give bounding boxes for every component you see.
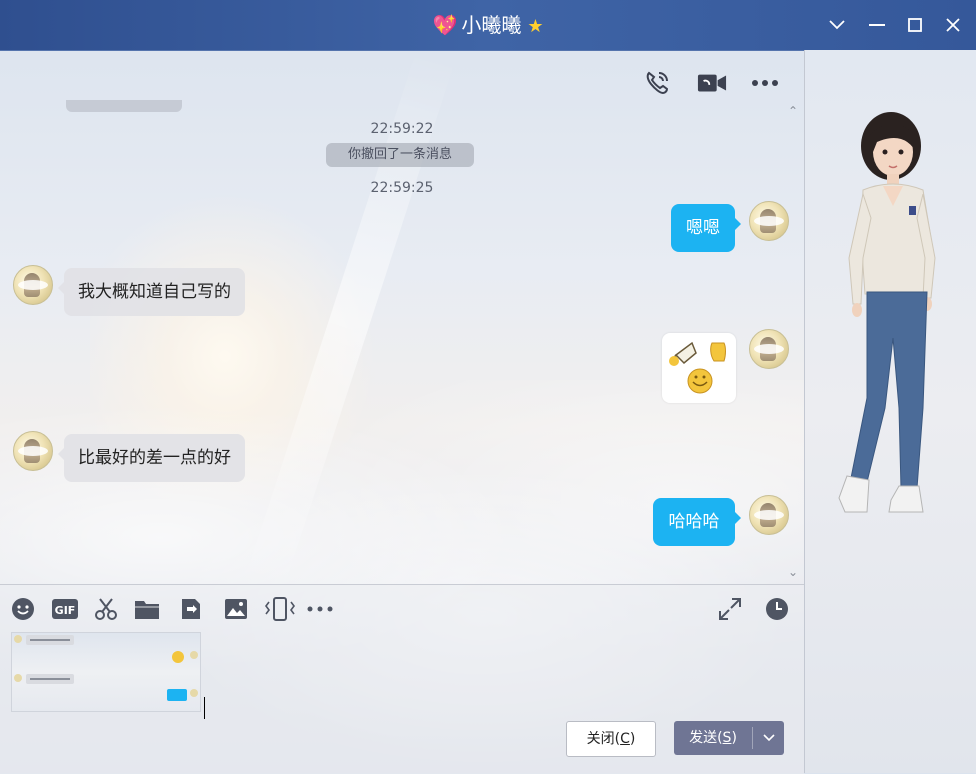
text-cursor (204, 697, 205, 719)
shake-window-icon[interactable] (265, 596, 295, 622)
sticker-message[interactable] (662, 333, 736, 403)
expand-icon[interactable] (717, 596, 743, 622)
gif-icon[interactable]: GIF (51, 596, 79, 622)
chevron-down-icon[interactable] (824, 12, 850, 38)
close-icon[interactable] (940, 12, 966, 38)
contact-message-bubble[interactable]: 我大概知道自己写的 (58, 268, 245, 316)
contact-avatar[interactable] (13, 431, 53, 471)
my-avatar[interactable] (749, 329, 789, 369)
my-message-bubble[interactable]: 嗯嗯 (671, 204, 741, 252)
avatar-character-image (838, 112, 936, 513)
pasted-screenshot-thumbnail[interactable] (11, 632, 201, 712)
screenshot-scissors-icon[interactable] (93, 596, 119, 622)
svg-text:GIF: GIF (55, 604, 76, 617)
contact-message-bubble[interactable]: 比最好的差一点的好 (58, 434, 245, 482)
folder-icon[interactable] (134, 596, 160, 622)
pasted-screenshot-image (14, 635, 198, 701)
send-button-label[interactable]: 发送(S) (674, 721, 752, 755)
send-options-chevron-icon[interactable] (754, 721, 784, 755)
send-button[interactable]: 发送(S) (674, 721, 784, 755)
phone-call-icon[interactable] (642, 70, 672, 96)
more-tools-icon[interactable] (306, 596, 334, 622)
minimize-icon[interactable] (864, 12, 890, 38)
scroll-up-icon[interactable]: ⌃ (788, 104, 798, 118)
recall-notice: 你撤回了一条消息 (326, 143, 474, 167)
heart-icon: 💖 (432, 13, 458, 37)
file-transfer-icon[interactable] (178, 596, 204, 622)
send-button-divider (752, 727, 753, 749)
emoji-icon[interactable] (10, 596, 36, 622)
my-avatar[interactable] (749, 201, 789, 241)
video-call-icon[interactable] (697, 70, 727, 96)
previous-message-edge (66, 100, 182, 112)
close-button[interactable]: 关闭(C) (566, 721, 656, 757)
my-message-bubble[interactable]: 哈哈哈 (653, 498, 741, 546)
image-icon[interactable] (223, 596, 249, 622)
history-clock-icon[interactable] (764, 596, 790, 622)
maximize-icon[interactable] (902, 12, 928, 38)
title-bar: 💖 小曦曦 ★ (0, 0, 976, 51)
more-icon[interactable] (750, 70, 780, 96)
my-avatar[interactable] (749, 495, 789, 535)
sticker-image (669, 341, 726, 394)
star-icon: ★ (527, 16, 544, 37)
contact-avatar[interactable] (13, 265, 53, 305)
timestamp: 22:59:25 (370, 180, 434, 196)
scroll-down-icon[interactable]: ⌄ (788, 565, 798, 579)
contact-show-panel (804, 50, 976, 773)
contact-name: 小曦曦 (461, 13, 522, 37)
timestamp: 22:59:22 (370, 121, 434, 137)
